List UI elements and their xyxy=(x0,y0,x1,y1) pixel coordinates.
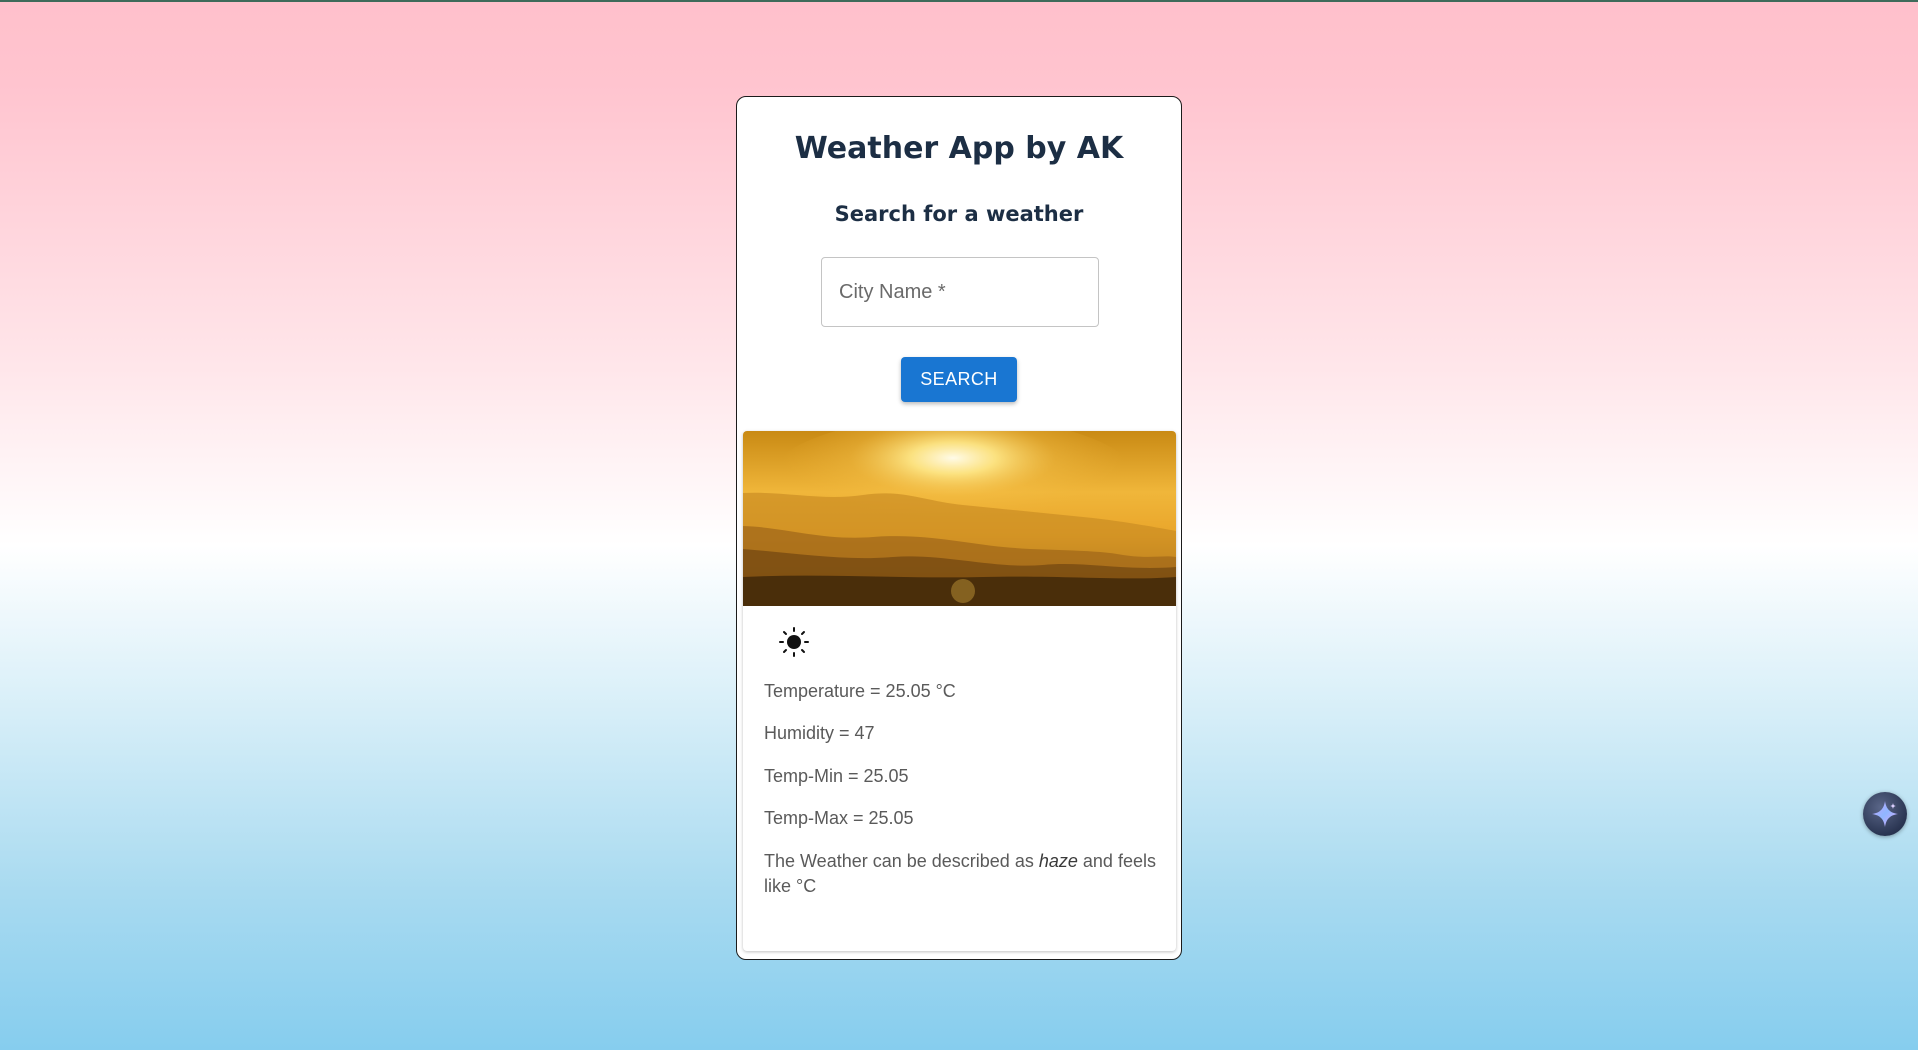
search-heading: Search for a weather xyxy=(834,202,1084,226)
weather-image xyxy=(743,431,1176,606)
sparkle-icon xyxy=(1872,801,1898,827)
city-name-input[interactable] xyxy=(822,258,1098,326)
temp-min-text: Temp-Min = 25.05 xyxy=(764,766,909,786)
description-prefix: The Weather can be described as xyxy=(764,851,1034,871)
search-button[interactable]: SEARCH xyxy=(901,357,1017,402)
weather-result-card: Temperature = 25.05 °C Humidity = 47 Tem… xyxy=(743,431,1176,951)
weather-card: Weather App by AK Search for a weather S… xyxy=(736,96,1182,960)
humidity-text: Humidity = 47 xyxy=(764,723,875,743)
app-title: Weather App by AK xyxy=(794,131,1124,166)
description-value: haze xyxy=(1038,851,1078,871)
temperature-text: Temperature = 25.05 °C xyxy=(764,681,956,701)
assistant-button[interactable] xyxy=(1863,792,1907,836)
sun-icon xyxy=(779,627,809,657)
city-name-field[interactable] xyxy=(821,257,1099,327)
temp-max-text: Temp-Max = 25.05 xyxy=(764,808,914,828)
weather-description: The Weather can be described as haze and… xyxy=(764,849,1164,899)
